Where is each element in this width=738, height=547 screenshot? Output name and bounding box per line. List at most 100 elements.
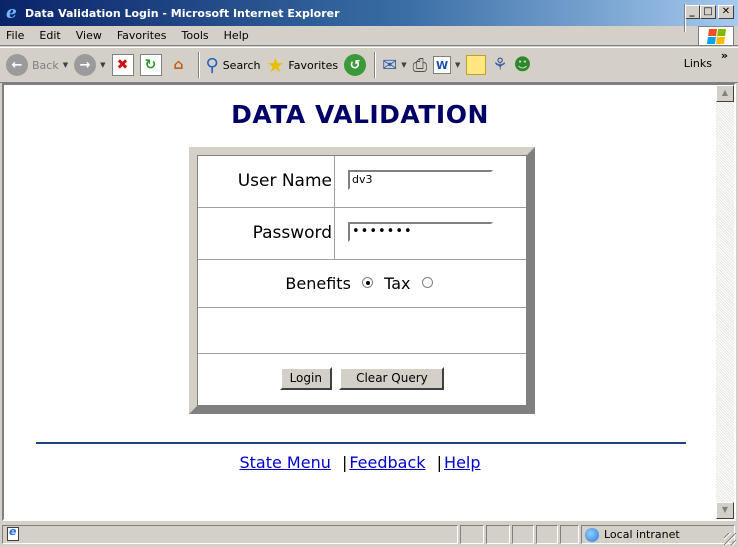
refresh-button[interactable]: ↻ [139,50,162,80]
status-cell [512,525,534,544]
search-label: Search [222,58,261,72]
forward-button[interactable]: → ▼ [74,50,106,80]
stop-button[interactable]: ✖ [111,50,134,80]
history-button[interactable]: ↺ [344,50,367,80]
status-cell [460,525,484,544]
menu-edit[interactable]: Edit [39,29,60,42]
login-table: User Name dv3 Password ••••••• Benefits … [197,155,527,406]
favorites-button[interactable]: ★ Favorites [266,50,338,80]
password-label: Password [252,223,332,243]
mail-dropdown-icon[interactable]: ▼ [401,61,406,69]
benefits-label: Benefits [285,274,351,293]
stop-icon: ✖ [111,54,134,76]
search-icon: ⚲ [205,54,219,76]
empty-row [198,308,526,354]
print-button[interactable]: ⎙ [413,50,427,80]
username-row: User Name dv3 [198,156,526,208]
mail-icon: ✉ [382,54,398,76]
print-icon: ⎙ [412,54,428,76]
toolbar: ← Back ▼ → ▼ ✖ ↻ ⌂ ⚲ Search ★ Favorites … [0,47,738,83]
back-label: Back [32,58,59,72]
status-cell [536,525,558,544]
links-label[interactable]: Links [684,57,712,70]
menu-bar: File Edit View Favorites Tools Help [0,26,738,46]
link-separator: | [341,453,348,472]
edit-button[interactable]: W ▼ [433,50,460,80]
discuss-button[interactable] [466,50,487,80]
home-icon: ⌂ [173,57,184,73]
menu-help[interactable]: Help [224,29,249,42]
status-bar: Local intranet [0,523,738,547]
page-icon [7,525,19,541]
research-icon: ⚘ [492,55,508,75]
window-title: Data Validation Login - Microsoft Intern… [25,6,340,20]
tax-radio[interactable] [421,277,433,288]
links-separator [684,4,686,32]
zone-label: Local intranet [604,528,680,541]
home-button[interactable]: ⌂ [168,50,190,80]
benefits-radio[interactable] [362,277,373,288]
tax-label: Tax [384,274,411,293]
minimize-button[interactable]: _ [684,5,700,19]
ie-icon: e [6,3,17,23]
edit-dropdown-icon[interactable]: ▼ [455,61,460,69]
footer-links: State Menu | Feedback | Help [4,453,716,472]
security-zone: Local intranet [581,525,735,544]
password-input[interactable]: ••••••• [348,222,493,242]
refresh-icon: ↻ [139,54,162,76]
favorites-star-icon: ★ [266,53,285,77]
scroll-up-button[interactable]: ▲ [716,85,734,102]
form-buttons: Login Clear Query [198,367,526,390]
resize-grip[interactable] [724,533,736,545]
state-menu-link[interactable]: State Menu [239,453,330,472]
search-button[interactable]: ⚲ Search [206,50,261,80]
buttons-row: Login Clear Query [198,354,526,405]
login-panel: User Name dv3 Password ••••••• Benefits … [189,147,535,414]
back-button[interactable]: ← Back ▼ [6,50,68,80]
status-text-area [2,525,458,544]
toolbar-separator [197,52,200,78]
status-cell [486,525,510,544]
messenger-button[interactable]: ☻ [514,50,532,80]
word-edit-icon: W [433,56,452,74]
cell-divider [334,156,335,207]
username-input[interactable]: dv3 [348,170,493,190]
status-cell [560,525,579,544]
clear-query-button[interactable]: Clear Query [339,367,445,390]
window-controls: _ □ ✕ [684,5,734,19]
note-icon [466,55,487,75]
mail-button[interactable]: ✉ ▼ [382,50,406,80]
forward-arrow-icon: → [74,54,97,76]
history-icon: ↺ [344,54,367,76]
globe-icon [585,527,599,542]
page-content: DATA VALIDATION User Name dv3 Password •… [4,85,716,519]
browser-viewport: DATA VALIDATION User Name dv3 Password •… [2,83,736,521]
close-button[interactable]: ✕ [718,5,734,19]
back-arrow-icon: ← [6,54,28,76]
menu-view[interactable]: View [76,29,102,42]
research-button[interactable]: ⚘ [492,50,507,80]
password-row: Password ••••••• [198,208,526,260]
menu-tools[interactable]: Tools [182,29,209,42]
help-link[interactable]: Help [444,453,480,472]
username-label: User Name [237,171,332,191]
scroll-down-button[interactable]: ▼ [716,502,734,519]
favorites-label: Favorites [288,58,339,72]
windows-logo-icon [698,26,734,46]
menu-favorites[interactable]: Favorites [117,29,167,42]
back-dropdown-icon[interactable]: ▼ [63,61,68,69]
link-separator: | [436,453,443,472]
cell-divider [334,208,335,259]
footer-divider [36,442,686,444]
menu-file[interactable]: File [6,29,24,42]
forward-dropdown-icon[interactable]: ▼ [100,61,105,69]
maximize-button[interactable]: □ [700,5,716,19]
links-chevron-icon[interactable]: » [721,49,728,62]
login-button[interactable]: Login [279,367,332,390]
option-radio-group: Benefits Tax [198,274,526,293]
feedback-link[interactable]: Feedback [349,453,425,472]
page-title: DATA VALIDATION [231,100,489,129]
messenger-icon: ☻ [513,55,532,75]
toolbar-separator [374,52,377,78]
vertical-scrollbar[interactable]: ▲ ▼ [716,85,734,519]
